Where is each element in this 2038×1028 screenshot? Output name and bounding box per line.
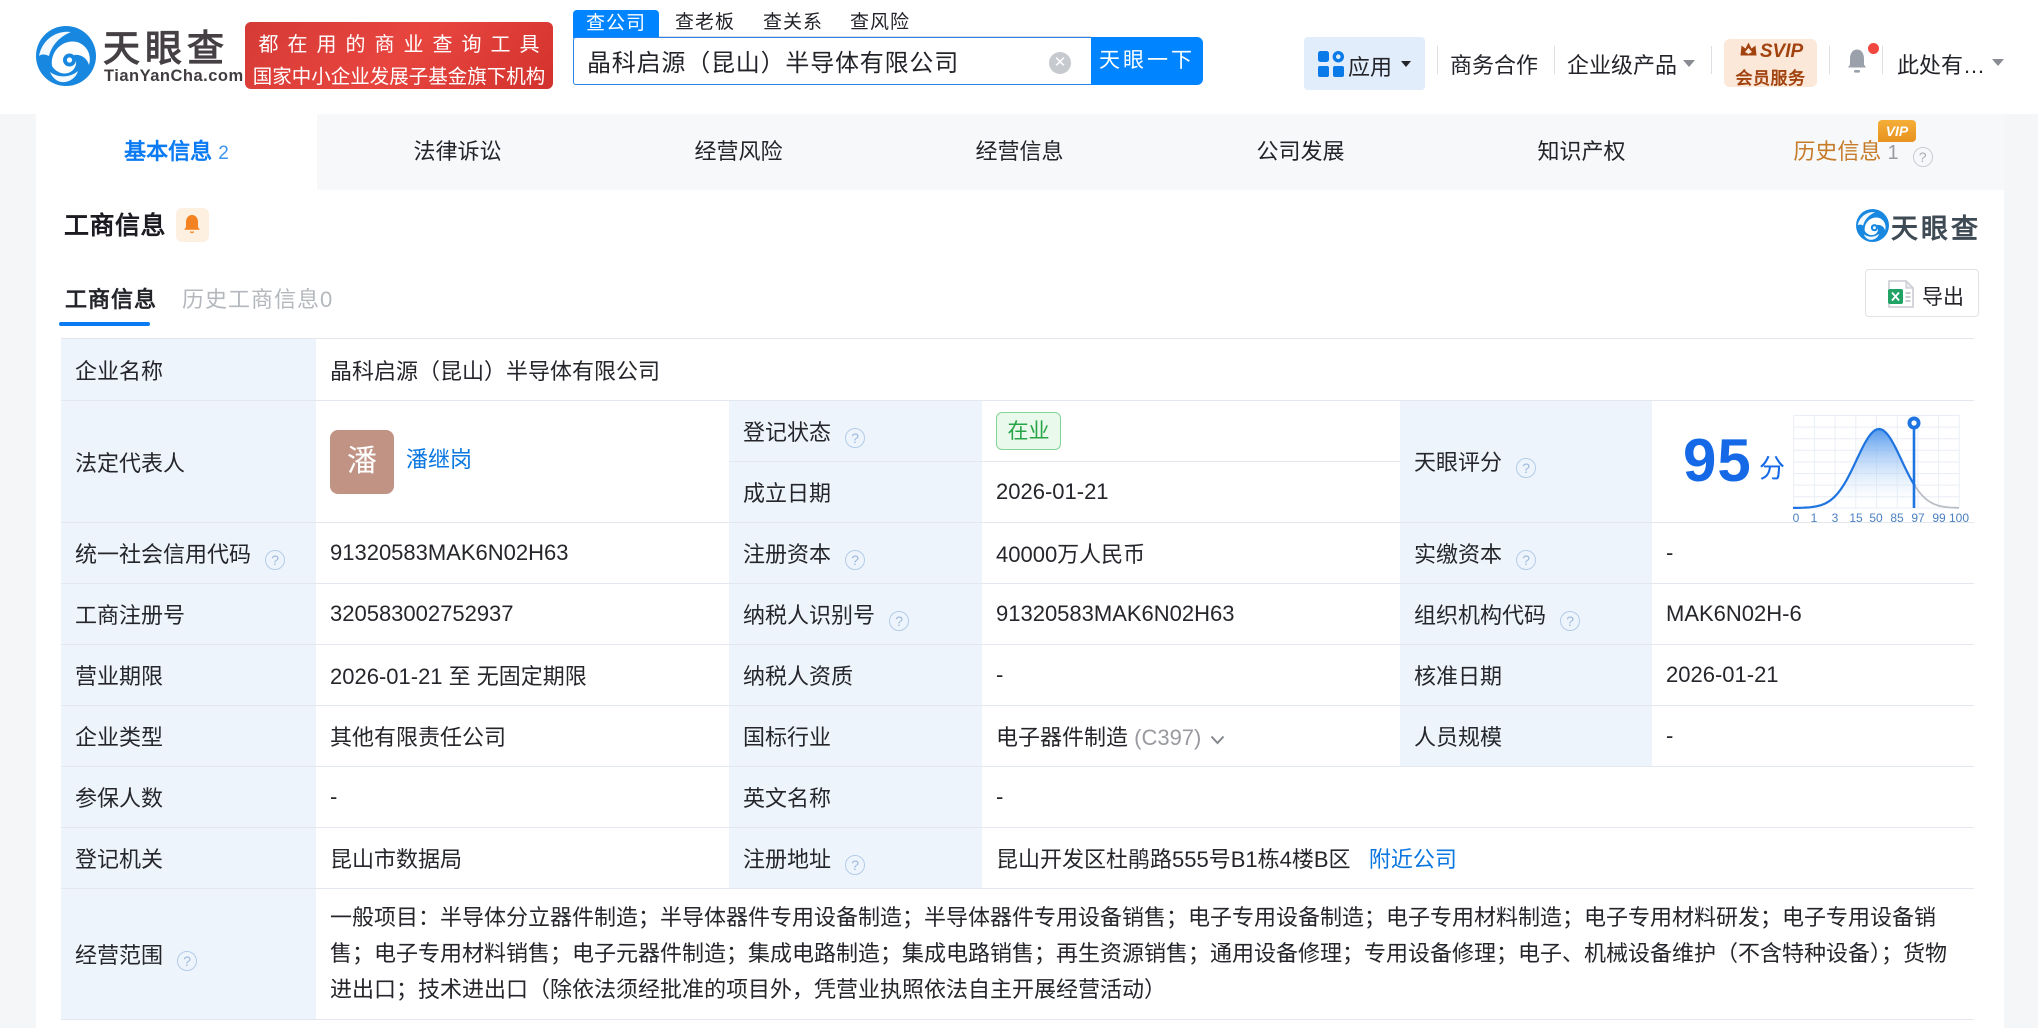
svg-text:50: 50 xyxy=(1869,511,1883,525)
svg-text:99: 99 xyxy=(1932,511,1946,525)
svg-text:0: 0 xyxy=(1793,511,1800,525)
svg-text:85: 85 xyxy=(1890,511,1904,525)
svg-text:1: 1 xyxy=(1811,511,1818,525)
svg-text:15: 15 xyxy=(1849,511,1863,525)
svg-text:100: 100 xyxy=(1949,511,1969,525)
svg-text:97: 97 xyxy=(1911,511,1925,525)
svg-text:3: 3 xyxy=(1832,511,1839,525)
